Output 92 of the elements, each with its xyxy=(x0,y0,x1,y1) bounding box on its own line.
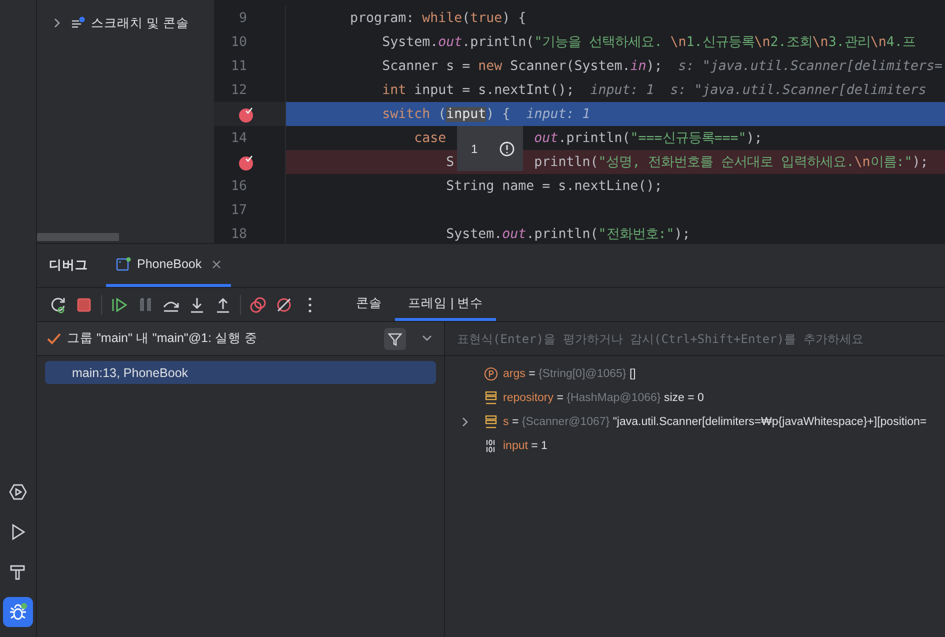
code-text: Scanner(System. xyxy=(509,58,630,74)
variable-entry[interactable]: args = {String[0]@1065} [] xyxy=(503,368,636,380)
expand-chevron-icon[interactable] xyxy=(461,417,469,427)
panel-title: 디버그 xyxy=(49,257,88,274)
window-icon xyxy=(116,257,131,271)
code-text: ); xyxy=(746,130,762,146)
code-text: ) { xyxy=(502,10,526,26)
resume-icon[interactable] xyxy=(110,296,128,314)
code-text: out xyxy=(438,34,462,50)
breakpoint-icon[interactable] xyxy=(238,154,255,170)
code-text: System. xyxy=(445,226,502,242)
line-number: 11 xyxy=(230,58,247,74)
breakpoint-icon[interactable] xyxy=(238,106,255,122)
code-text: switch xyxy=(381,106,430,122)
chevron-icon[interactable] xyxy=(53,18,61,28)
field-icon xyxy=(484,415,498,429)
variable-entry[interactable]: repository = {HashMap@1066} size = 0 xyxy=(503,392,704,404)
code-text: in xyxy=(630,58,646,74)
inline-value-hint: input: 1 xyxy=(590,82,654,98)
code-text: int xyxy=(381,82,406,98)
code-text: ); xyxy=(912,154,928,170)
inline-value-hint: input: 1 xyxy=(526,106,590,122)
thread-label: 그룹 "main" 내 "main"@1: 실행 중 xyxy=(67,330,258,347)
code-text: "===신규등록===" xyxy=(630,130,746,147)
code-text: .println( xyxy=(526,226,598,242)
scrollbar-thumb[interactable] xyxy=(37,233,119,241)
line-number: 12 xyxy=(230,82,247,98)
code-text: Scanner s = xyxy=(381,58,472,74)
session-tab[interactable]: PhoneBook xyxy=(106,244,231,287)
code-text: \n xyxy=(670,34,686,50)
code-text: \n xyxy=(854,154,870,170)
code-text: input xyxy=(446,106,486,122)
inline-value-hint: s: "java.util.Scanner[delimiters= xyxy=(678,58,942,74)
tree-item[interactable]: 스크래치 및 콘솔 xyxy=(91,14,189,32)
code-text: 2.조회 xyxy=(770,34,812,51)
mute-icon[interactable] xyxy=(275,296,293,314)
line-number: 16 xyxy=(230,178,247,194)
code-text: 4.프 xyxy=(886,34,916,51)
expression-field[interactable]: 표현식(Enter)을 평가하거나 감시(Ctrl+Shift+Enter)를 추가하세요 xyxy=(455,330,945,346)
code-text: 3.관리 xyxy=(828,34,870,51)
code-text: ); xyxy=(674,226,690,242)
field-icon xyxy=(484,391,498,405)
code-text: 1.신규등록 xyxy=(686,34,754,51)
check-icon xyxy=(47,332,61,344)
close-icon[interactable] xyxy=(212,260,221,268)
code-text: case xyxy=(413,130,446,146)
code-text: new xyxy=(478,58,502,74)
line-number: 17 xyxy=(230,202,247,218)
debug-tool-icon[interactable] xyxy=(3,597,33,627)
code-text: \n xyxy=(754,34,770,50)
popup-value: 1 xyxy=(471,142,478,156)
panel-tab[interactable]: 콘솔 xyxy=(343,288,395,321)
code-text: program: xyxy=(349,10,416,26)
rerun-icon[interactable] xyxy=(49,296,67,314)
code-text: out xyxy=(534,130,558,146)
code-text: "전화번호:" xyxy=(598,226,674,243)
code-text: ) { xyxy=(486,106,510,122)
filter-icon[interactable] xyxy=(384,328,406,350)
inline-value-hint: s: "java.util.Scanner[delimiters xyxy=(670,82,926,98)
code-text: String name = s.nextLine(); xyxy=(445,178,662,194)
breakpoints-icon[interactable] xyxy=(249,296,267,314)
code-text: "기능을 선택하세요. xyxy=(534,34,664,51)
code-text: ); xyxy=(646,58,662,74)
scratch-icon xyxy=(71,16,85,30)
code-text: S xyxy=(445,154,454,170)
code-text: 이름:" xyxy=(870,154,912,171)
step-out-icon[interactable] xyxy=(214,296,232,314)
code-text: println( xyxy=(534,154,598,170)
code-text: .println( xyxy=(558,130,630,146)
code-text: while xyxy=(422,10,462,26)
line-number: 9 xyxy=(238,10,247,26)
stop-icon[interactable] xyxy=(75,296,93,314)
variable-entry[interactable]: input = 1 xyxy=(503,440,548,452)
code-text: "성명, 전화번호를 순서대로 입력하세요. xyxy=(598,154,854,171)
code-text: ( xyxy=(437,106,446,122)
code-text: \n xyxy=(812,34,828,50)
warning-icon[interactable] xyxy=(499,140,515,156)
code-text: .println( xyxy=(462,34,534,50)
code-text: true xyxy=(470,10,502,26)
stack-frame[interactable]: main:13, PhoneBook xyxy=(45,361,436,384)
chevron-down-icon[interactable] xyxy=(422,335,432,342)
code-text: \n xyxy=(870,34,886,50)
code-text: out xyxy=(502,226,526,242)
line-number: 18 xyxy=(230,226,247,242)
line-number: 10 xyxy=(230,34,247,50)
code-text: ( xyxy=(462,10,470,26)
parameter-icon xyxy=(484,367,498,381)
variable-entry[interactable]: s = {Scanner@1067} "java.util.Scanner[delimiters=₩p{javaWhitespace}+][position= xyxy=(503,416,927,428)
code-text: System. xyxy=(381,34,438,50)
step-into-icon[interactable] xyxy=(188,296,206,314)
line-number: 14 xyxy=(230,130,247,146)
code-text: input = s.nextInt(); xyxy=(413,82,574,98)
